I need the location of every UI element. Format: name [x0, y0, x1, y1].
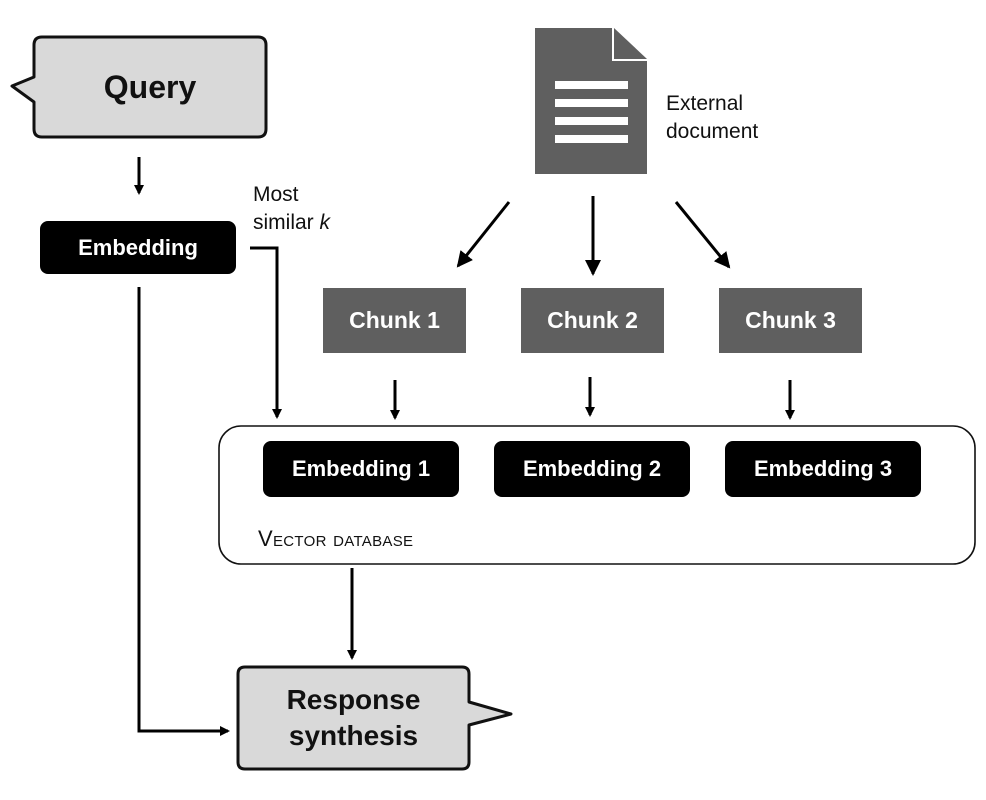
query-label: Query: [103, 68, 197, 105]
query-embedding-label: Embedding: [78, 234, 198, 260]
arrow-document-to-chunk-1: [456, 201, 511, 268]
external-document-label: External document: [666, 92, 759, 143]
chunk-2: Chunk 2: [521, 288, 664, 353]
embedding-2: Embedding 2: [494, 441, 690, 497]
retrieval-note-line2: similar k: [253, 211, 331, 234]
arrow-embedding-to-vector-db: [250, 246, 282, 419]
response-label-line2: synthesis: [288, 720, 419, 751]
arrow-document-to-chunk-3: [674, 201, 731, 269]
retrieval-note: Most similar k: [253, 181, 330, 237]
embedding-3: Embedding 3: [725, 441, 921, 497]
document-icon: [535, 28, 647, 174]
embedding-1: Embedding 1: [263, 441, 459, 497]
k-variable: k: [319, 211, 331, 234]
chunk-1: Chunk 1: [323, 288, 466, 353]
response-node: Response synthesis: [238, 667, 469, 769]
chunk-3: Chunk 3: [719, 288, 862, 353]
vector-database-label: Vector database: [258, 526, 414, 551]
query-embedding-node: Embedding: [40, 221, 236, 274]
response-label-line1: Response: [286, 684, 421, 715]
arrow-embedding-to-response: [137, 287, 230, 736]
retrieval-note-line1: Most: [253, 183, 299, 206]
query-node: Query: [34, 37, 266, 137]
